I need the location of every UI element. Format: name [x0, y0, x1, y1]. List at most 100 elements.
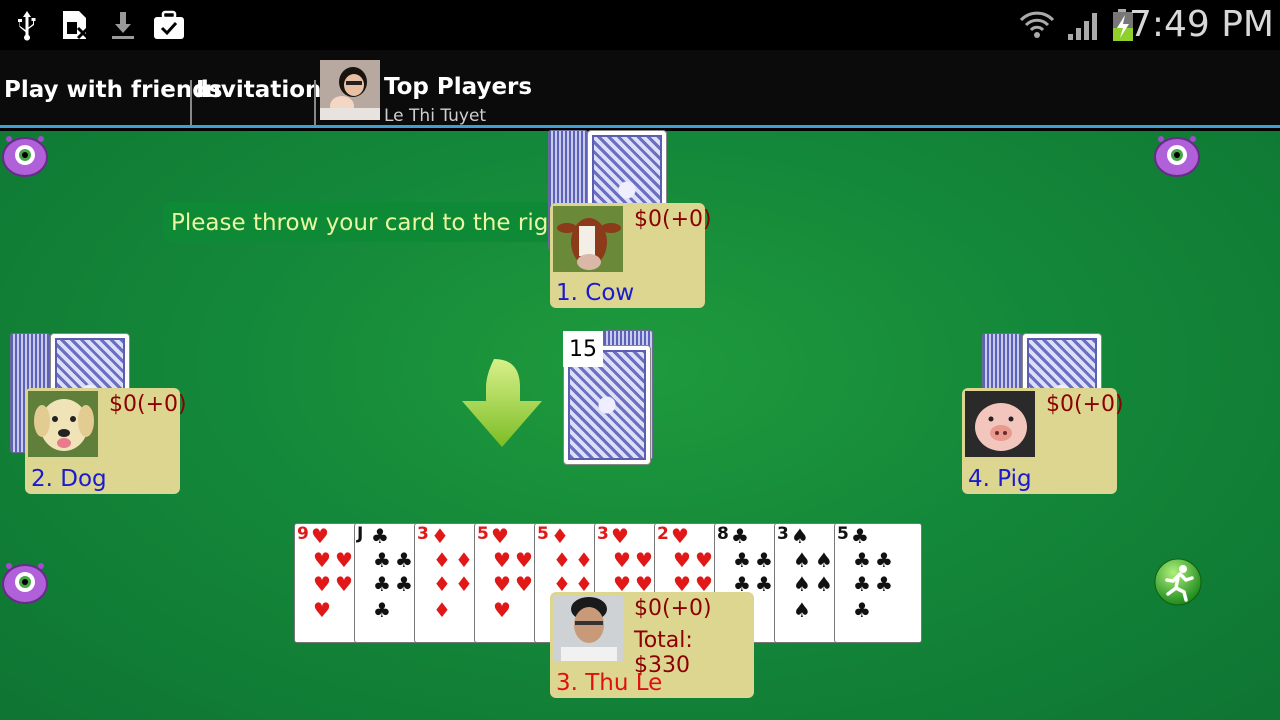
card-suit: ♥	[311, 524, 329, 548]
player-money: $0(+0)	[634, 596, 712, 621]
download-icon	[112, 12, 134, 39]
card-suit: ♦	[575, 548, 593, 572]
card-suit: ♦	[433, 572, 451, 596]
card-suit: ♣	[851, 524, 869, 548]
player-box-cow: $0(+0) 1. Cow	[550, 203, 712, 308]
card-suit: ♠	[793, 598, 811, 622]
tab-divider	[190, 80, 192, 126]
player-money: $0(+0)	[1046, 392, 1124, 417]
player-name: 4. Pig	[968, 466, 1032, 492]
card-suit: ♦	[575, 572, 593, 596]
player-name: 3. Thu Le	[556, 670, 663, 696]
card-suit: ♦	[433, 548, 451, 572]
card-rank: 5	[477, 524, 489, 544]
player-name: 1. Cow	[556, 280, 635, 306]
card-rank: 3	[597, 524, 609, 544]
card-suit: ♣	[853, 598, 871, 622]
card-suit: ♥	[515, 548, 533, 572]
card-suit: ♦	[431, 524, 449, 548]
signal-icon	[1068, 13, 1097, 40]
alien-emote-icon[interactable]	[1, 131, 49, 179]
card-suit: ♥	[695, 548, 713, 572]
card-suit: ♥	[493, 598, 511, 622]
top-player-name: Le Thi Tuyet	[384, 106, 487, 126]
card-rank: 3	[417, 524, 429, 544]
card-suit: ♦	[551, 524, 569, 548]
card-suit: ♥	[313, 572, 331, 596]
card-suit: ♥	[493, 548, 511, 572]
card-suit: ♥	[673, 572, 691, 596]
tab-top-players[interactable]: Top Players	[384, 74, 532, 100]
hand-card[interactable]: 5 ♣ ♣ ♣ ♣ ♣ ♣	[834, 523, 922, 643]
alien-emote-icon[interactable]	[1, 558, 49, 606]
my-avatar	[553, 595, 623, 661]
card-suit: ♦	[553, 548, 571, 572]
cow-avatar	[553, 206, 623, 272]
card-suit: ♥	[611, 524, 629, 548]
card-rank: 9	[297, 524, 309, 544]
card-rank: 2	[657, 524, 669, 544]
deck-count: 15	[563, 331, 603, 367]
exit-running-man-icon[interactable]	[1154, 558, 1202, 606]
card-suit: ♥	[493, 572, 511, 596]
card-suit: ♦	[553, 572, 571, 596]
player-box-me: $0(+0) Total: $330 3. Thu Le	[550, 592, 754, 698]
card-suit: ♥	[695, 572, 713, 596]
player-money: $0(+0)	[109, 392, 187, 417]
card-suit: ♣	[875, 548, 893, 572]
sim-icon	[63, 11, 90, 40]
card-suit: ♠	[793, 572, 811, 596]
card-suit: ♣	[395, 548, 413, 572]
card-suit: ♥	[673, 548, 691, 572]
card-suit: ♥	[335, 572, 353, 596]
card-suit: ♣	[733, 548, 751, 572]
card-suit: ♣	[373, 572, 391, 596]
card-suit: ♣	[395, 572, 413, 596]
wifi-icon	[1019, 11, 1055, 38]
card-suit: ♠	[815, 572, 833, 596]
card-suit: ♥	[613, 548, 631, 572]
card-suit: ♣	[731, 524, 749, 548]
card-rank: 3	[777, 524, 789, 544]
card-rank: 8	[717, 524, 729, 544]
card-suit: ♣	[853, 548, 871, 572]
player-name: 2. Dog	[31, 466, 107, 492]
status-bar: 7:49 PM	[0, 0, 1280, 50]
card-suit: ♦	[455, 548, 473, 572]
card-suit: ♥	[313, 548, 331, 572]
card-suit: ♠	[815, 548, 833, 572]
player-box-dog: $0(+0) 2. Dog	[25, 388, 187, 494]
clock: 7:49 PM	[1128, 4, 1274, 45]
player-box-pig: $0(+0) 4. Pig	[962, 388, 1124, 494]
card-suit: ♠	[791, 524, 809, 548]
pig-avatar	[965, 391, 1035, 457]
card-rank: J	[357, 524, 364, 544]
card-suit: ♠	[793, 548, 811, 572]
card-suit: ♥	[635, 548, 653, 572]
arrow-down-icon	[462, 359, 542, 447]
card-suit: ♣	[755, 572, 773, 596]
player-money: $0(+0)	[634, 207, 712, 232]
card-suit: ♣	[733, 572, 751, 596]
card-suit: ♥	[671, 524, 689, 548]
card-suit: ♥	[313, 598, 331, 622]
card-suit: ♣	[373, 548, 391, 572]
card-suit: ♥	[515, 572, 533, 596]
tab-divider	[314, 80, 316, 126]
card-suit: ♣	[875, 572, 893, 596]
alien-emote-icon[interactable]	[1153, 131, 1201, 179]
card-rank: 5	[537, 524, 549, 544]
card-suit: ♣	[371, 524, 389, 548]
dog-avatar	[28, 391, 98, 457]
card-rank: 5	[837, 524, 849, 544]
card-suit: ♣	[373, 598, 391, 622]
card-suit: ♥	[635, 572, 653, 596]
hint-message: Please throw your card to the right	[163, 202, 580, 242]
card-suit: ♥	[491, 524, 509, 548]
card-suit: ♣	[755, 548, 773, 572]
usb-icon	[18, 11, 36, 41]
card-suit: ♣	[853, 572, 871, 596]
card-suit: ♦	[455, 572, 473, 596]
top-player-avatar[interactable]	[320, 60, 380, 120]
card-suit: ♥	[613, 572, 631, 596]
